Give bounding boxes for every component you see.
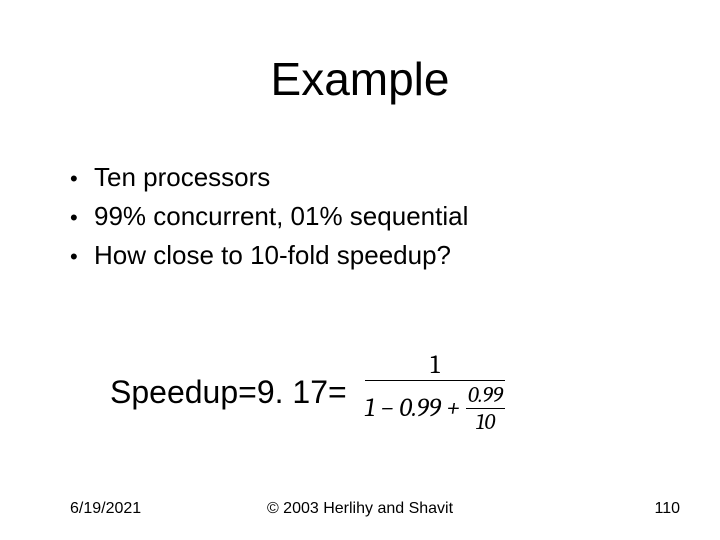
bullet-dot-icon: • [70, 164, 94, 194]
formula-numerator: 1 [426, 352, 443, 380]
result-line: Speedup=9. 17= 1 1 − 0.99 + 0.99 10 [110, 352, 505, 433]
formula-denominator: 1 − 0.99 + 0.99 10 [365, 381, 505, 432]
slide: Example • Ten processors • 99% concurren… [0, 0, 720, 540]
inner-denominator: 10 [476, 409, 495, 433]
footer-copyright: © 2003 Herlihy and Shavit [0, 500, 720, 518]
list-item: • 99% concurrent, 01% sequential [70, 199, 468, 234]
formula: 1 1 − 0.99 + 0.99 10 [365, 352, 505, 433]
inner-numerator: 0.99 [466, 384, 505, 408]
bullet-list: • Ten processors • 99% concurrent, 01% s… [70, 160, 468, 277]
inner-fraction: 0.99 10 [466, 384, 505, 432]
result-prefix: Speedup=9. 17= [110, 374, 347, 411]
slide-title: Example [0, 52, 720, 106]
den-left: 1 − 0.99 + [365, 395, 460, 421]
footer-page-number: 110 [654, 500, 680, 518]
bullet-dot-icon: • [70, 203, 94, 233]
list-item: • Ten processors [70, 160, 468, 195]
bullet-dot-icon: • [70, 242, 94, 272]
bullet-text: 99% concurrent, 01% sequential [94, 199, 468, 234]
list-item: • How close to 10-fold speedup? [70, 238, 468, 273]
bullet-text: How close to 10-fold speedup? [94, 238, 451, 273]
bullet-text: Ten processors [94, 160, 270, 195]
